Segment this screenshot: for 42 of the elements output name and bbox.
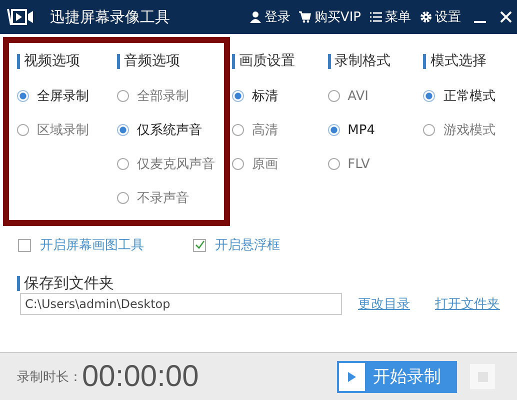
user-icon bbox=[250, 11, 262, 23]
folder-path-field[interactable]: C:\Users\admin\Desktop bbox=[20, 293, 342, 315]
play-icon bbox=[347, 370, 357, 382]
gear-button[interactable]: 设置 bbox=[420, 8, 461, 26]
radio-option[interactable]: 标清 bbox=[232, 79, 326, 113]
duration-label: 录制时长： bbox=[17, 368, 82, 386]
section-title: 模式选择 bbox=[423, 54, 517, 69]
radio-option[interactable]: 原画 bbox=[232, 147, 326, 181]
radio-option[interactable]: 仅麦克风声音 bbox=[117, 147, 220, 181]
window-title: 迅捷屏幕录像工具 bbox=[50, 8, 170, 26]
folder-link[interactable]: 打开文件夹 bbox=[435, 295, 500, 313]
section-title: 音频选项 bbox=[117, 54, 220, 69]
user-button[interactable]: 登录 bbox=[250, 8, 290, 26]
section-title: 视频选项 bbox=[17, 54, 117, 69]
cart-icon bbox=[299, 11, 312, 23]
radio-option[interactable]: AVI bbox=[328, 79, 422, 113]
radio-option[interactable]: 全屏录制 bbox=[17, 79, 117, 113]
folder-link[interactable]: 更改目录 bbox=[358, 295, 410, 313]
section-title: 录制格式 bbox=[328, 54, 422, 69]
radio-option[interactable]: 区域录制 bbox=[17, 113, 117, 147]
duration-timer: 00:00:00 bbox=[82, 360, 199, 394]
menu-icon bbox=[370, 11, 382, 23]
radio-option[interactable]: 高清 bbox=[232, 113, 326, 147]
radio-option[interactable]: FLV bbox=[328, 147, 422, 181]
checkbox-option[interactable]: 开启悬浮框 bbox=[193, 236, 368, 254]
radio-option[interactable]: 正常模式 bbox=[423, 79, 517, 113]
minimize-icon bbox=[474, 21, 486, 23]
video-camera-icon bbox=[6, 8, 36, 26]
menu-button[interactable]: 菜单 bbox=[370, 8, 411, 26]
radio-option[interactable]: MP4 bbox=[328, 113, 422, 147]
radio-option[interactable]: 全部录制 bbox=[117, 79, 220, 113]
radio-option[interactable]: 仅系统声音 bbox=[117, 113, 220, 147]
start-record-button[interactable]: 开始录制 bbox=[337, 360, 457, 392]
checkbox-option[interactable]: 开启屏幕画图工具 bbox=[18, 236, 193, 254]
radio-option[interactable]: 不录声音 bbox=[117, 181, 220, 215]
close-icon bbox=[499, 10, 513, 24]
radio-option[interactable]: 游戏模式 bbox=[423, 113, 517, 147]
section-title: 画质设置 bbox=[232, 54, 326, 69]
close-button[interactable] bbox=[499, 10, 513, 24]
check-icon bbox=[194, 240, 204, 250]
cart-button[interactable]: 购买VIP bbox=[299, 8, 361, 26]
gear-icon bbox=[420, 11, 432, 23]
